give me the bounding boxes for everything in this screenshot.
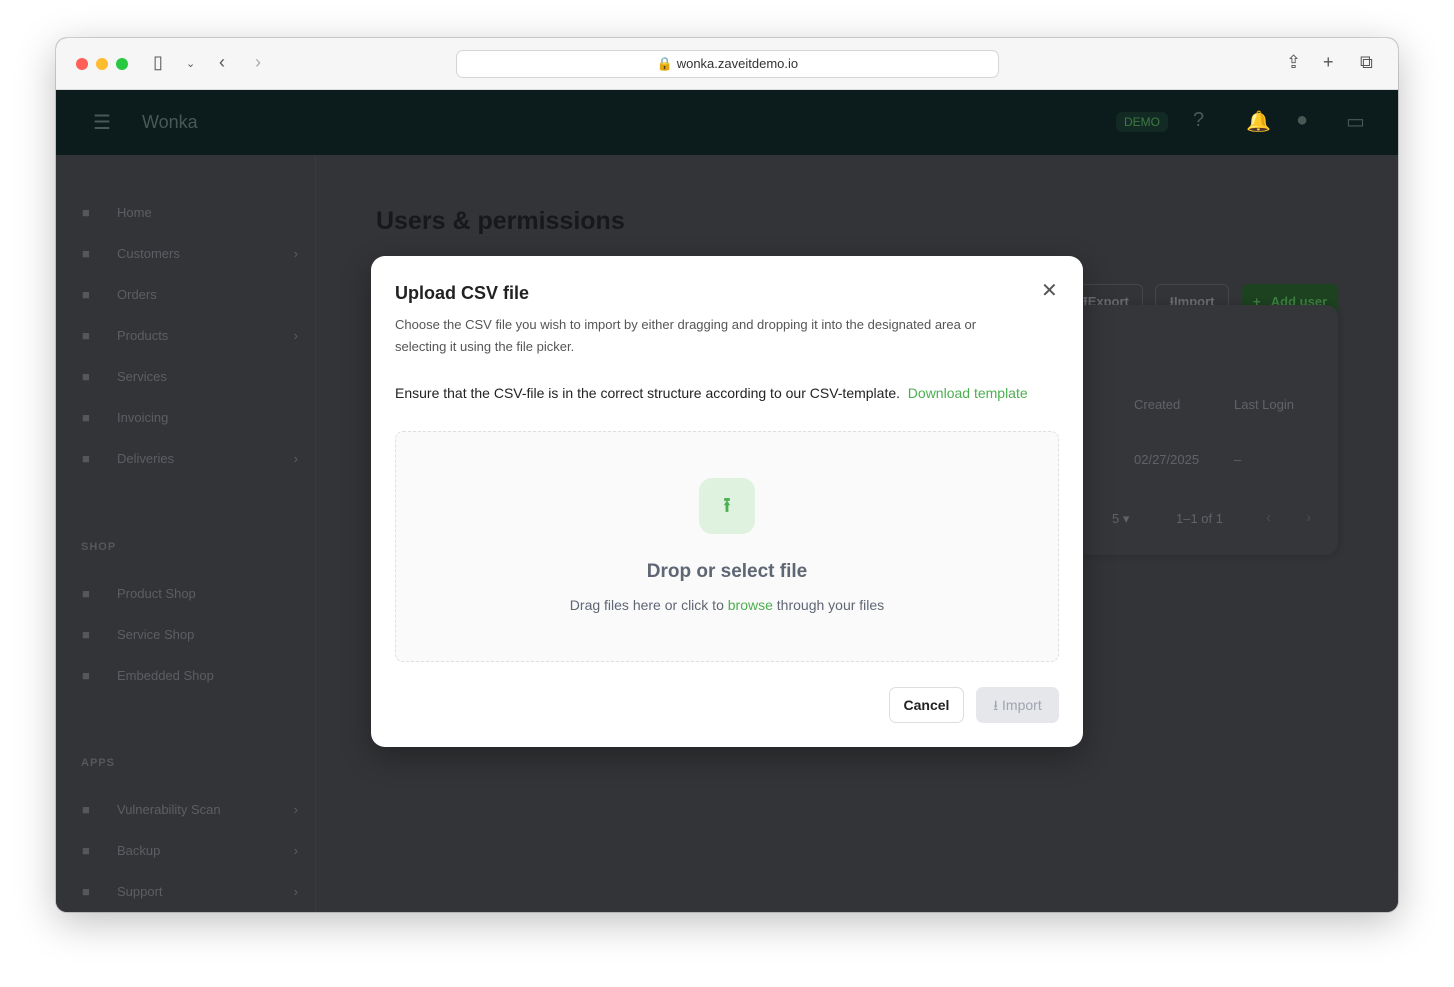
drop-title: Drop or select file — [646, 561, 808, 582]
zoom-window-button[interactable] — [116, 58, 128, 70]
back-icon[interactable]: ‹ — [219, 52, 225, 73]
chevron-right-icon: › — [293, 451, 298, 466]
cancel-button[interactable]: Cancel — [889, 687, 964, 723]
chevron-right-icon: › — [293, 328, 298, 343]
shield-icon: ■ — [82, 802, 90, 817]
sidebar-item-deliveries[interactable]: ■ Deliveries › — [82, 451, 298, 466]
bag-icon: ■ — [82, 627, 90, 642]
sidebar-item-services[interactable]: ■ Services — [82, 369, 298, 384]
dialog-description: Choose the CSV file you wish to import b… — [395, 317, 977, 354]
template-note: Ensure that the CSV-file is in the corre… — [395, 385, 1028, 401]
invoice-icon: ■ — [82, 410, 90, 425]
sidebar-item-products[interactable]: ■ Products › — [82, 328, 298, 343]
orders-icon: ■ — [82, 287, 90, 302]
sidebar-item-customers[interactable]: ■ Customers › — [82, 246, 298, 261]
menu-icon[interactable]: ☰ — [93, 110, 111, 135]
app-header: ☰ Wonka DEMO ? 🔔 ● ▭ — [56, 90, 1398, 155]
sidebar-item-label: Support — [117, 884, 163, 899]
embed-icon: ■ — [82, 668, 90, 683]
panel-icon[interactable]: ▭ — [1346, 109, 1365, 134]
sidebar-item-label: Orders — [117, 287, 157, 302]
dialog-title: Upload CSV file — [395, 283, 530, 303]
chevron-down-icon[interactable]: ⌄ — [186, 57, 195, 70]
people-icon: ■ — [82, 246, 90, 261]
lock-icon: 🔒 — [656, 56, 674, 71]
import-submit-button[interactable]: ⭳ Import — [976, 687, 1059, 723]
upload-csv-dialog: Upload CSV file ✕ Choose the CSV file yo… — [371, 256, 1083, 747]
app-logo: Wonka — [142, 112, 198, 132]
sidebar-toggle-icon[interactable]: ▯ — [153, 52, 163, 73]
prev-page-icon[interactable]: ‹ — [1266, 509, 1271, 526]
column-header-created[interactable]: Created — [1134, 397, 1180, 412]
demo-badge: DEMO — [1116, 112, 1168, 132]
sidebar-item-vulnerability-scan[interactable]: ■ Vulnerability Scan › — [82, 802, 298, 817]
sidebar-item-orders[interactable]: ■ Orders — [82, 287, 298, 302]
sidebar-item-service-shop[interactable]: ■ Service Shop — [82, 627, 298, 642]
account-icon[interactable]: ● — [1296, 109, 1308, 132]
sidebar-item-label: Product Shop — [117, 586, 196, 601]
chevron-right-icon: › — [293, 843, 298, 858]
sidebar-item-label: Deliveries — [117, 451, 175, 466]
forward-icon[interactable]: › — [255, 52, 261, 73]
sidebar-item-label: Home — [117, 205, 152, 220]
drop-hint: Drag files here or click to browse throu… — [569, 597, 885, 613]
new-tab-icon[interactable]: + — [1323, 52, 1334, 73]
next-page-icon[interactable]: › — [1306, 509, 1311, 526]
help-icon[interactable]: ? — [1193, 109, 1204, 132]
tabs-icon[interactable]: ⧉ — [1360, 52, 1373, 73]
ticket-icon: ■ — [82, 884, 90, 899]
sidebar-item-label: Products — [117, 328, 169, 343]
home-icon: ■ — [82, 205, 90, 220]
shop-icon: ■ — [82, 586, 90, 601]
products-icon: ■ — [82, 328, 90, 343]
sidebar-item-backup[interactable]: ■ Backup › — [82, 843, 298, 858]
cell-last-login: – — [1234, 452, 1242, 467]
minimize-window-button[interactable] — [96, 58, 108, 70]
sidebar-item-label: Services — [117, 369, 167, 384]
close-window-button[interactable] — [76, 58, 88, 70]
cloud-icon: ■ — [82, 843, 90, 858]
upload-icon: ⭱ — [699, 478, 755, 534]
cell-created: 02/27/2025 — [1134, 452, 1200, 467]
address-bar[interactable]: 🔒 wonka.zaveitdemo.io — [456, 50, 999, 78]
sidebar-item-label: Vulnerability Scan — [117, 802, 221, 817]
pagination-range: 1–1 of 1 — [1176, 511, 1223, 526]
chevron-right-icon: › — [293, 802, 298, 817]
sidebar-item-invoicing[interactable]: ■ Invoicing — [82, 410, 298, 425]
sidebar-item-home[interactable]: ■ Home — [82, 205, 298, 220]
column-header-last-login[interactable]: Last Login — [1234, 397, 1294, 412]
rows-per-page-select[interactable]: 5 ▾ — [1112, 511, 1129, 527]
page-title: Users & permissions — [376, 207, 625, 235]
sidebar-item-label: Invoicing — [117, 410, 169, 425]
sidebar: ■ Home ■ Customers › ■ Orders ■ Products › ■ Servic… — [56, 155, 316, 912]
bell-icon[interactable]: 🔔 — [1246, 109, 1271, 134]
download-template-link[interactable]: Download template — [908, 385, 1028, 401]
truck-icon: ■ — [82, 451, 90, 466]
browser-titlebar: ▯ ⌄ ‹ › 🔒 wonka.zaveitdemo.io ⇪ + ⧉ — [56, 38, 1398, 90]
share-icon[interactable]: ⇪ — [1286, 52, 1301, 73]
close-icon[interactable]: ✕ — [1041, 278, 1058, 303]
users-table: Created Last Login 02/27/2025 – 5 ▾ 1–1 … — [1076, 305, 1338, 555]
chevron-right-icon: › — [293, 884, 298, 899]
sidebar-item-label: Backup — [117, 843, 161, 858]
browser-window: ▯ ⌄ ‹ › 🔒 wonka.zaveitdemo.io ⇪ + ⧉ ☰ Wo… — [56, 38, 1398, 912]
sidebar-item-embedded-shop[interactable]: ■ Embedded Shop — [82, 668, 298, 683]
sidebar-item-support[interactable]: ■ Support › — [82, 884, 298, 899]
services-icon: ■ — [82, 369, 90, 384]
chevron-right-icon: › — [293, 246, 298, 261]
file-drop-zone[interactable]: ⭱ Drop or select file Drag files here or… — [395, 431, 1059, 662]
sidebar-item-label: Embedded Shop — [117, 668, 214, 683]
sidebar-item-label: Customers — [117, 246, 180, 261]
section-apps: APPS — [81, 757, 115, 769]
browse-link[interactable]: browse — [728, 597, 773, 613]
section-shop: SHOP — [81, 541, 117, 553]
sidebar-item-product-shop[interactable]: ■ Product Shop — [82, 586, 298, 601]
sidebar-item-label: Service Shop — [117, 627, 195, 642]
